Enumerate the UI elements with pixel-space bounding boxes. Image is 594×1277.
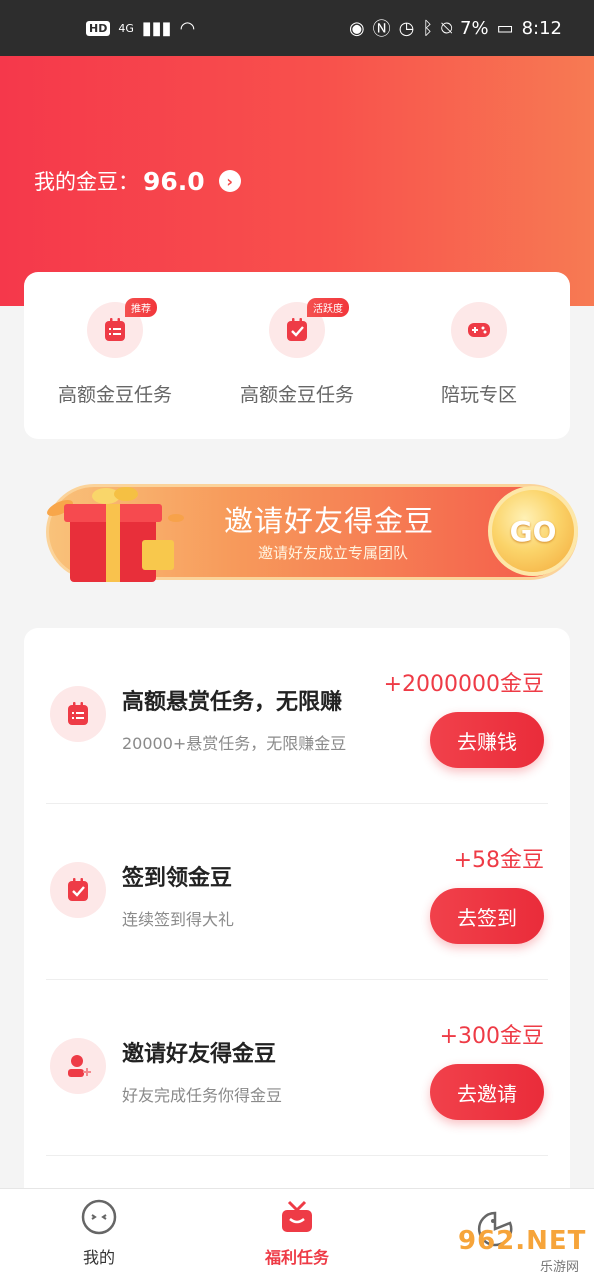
beans-label: 我的金豆： xyxy=(34,170,139,194)
task-title: 邀请好友得金豆 xyxy=(122,1042,277,1067)
quick-entry-label: 高额金豆任务 xyxy=(239,384,354,406)
hd-badge: HD xyxy=(86,20,111,36)
status-bar: HD 4G ▮▮▮ ◠ ◉ Ⓝ ◷ ᛒ ⍉ 7% ▭ 8:12 xyxy=(0,0,594,56)
alarm-icon: ◷ xyxy=(398,17,415,39)
nav-mine[interactable]: 我的 xyxy=(29,1198,169,1268)
status-left: HD 4G ▮▮▮ ◠ xyxy=(86,18,195,39)
eye-icon: ◉ xyxy=(348,17,365,39)
quick-entry-label: 高额金豆任务 xyxy=(57,384,172,406)
header-banner: 我的金豆： 96.0 › xyxy=(0,56,594,306)
gamepad-icon xyxy=(451,302,507,358)
quick-entry-label: 陪玩专区 xyxy=(440,384,517,406)
beans-value: 96.0 xyxy=(143,166,205,196)
task-list: 高额悬赏任务，无限赚 20000+悬赏任务，无限赚金豆 +2000000金豆 去… xyxy=(24,628,570,1188)
my-beans[interactable]: 我的金豆： 96.0 › xyxy=(34,166,241,196)
signal-icon: ▮▮▮ xyxy=(141,17,172,39)
nfc-icon: Ⓝ xyxy=(372,19,391,40)
task-check-icon: 活跃度 xyxy=(269,298,349,358)
task-list-icon: 推荐 xyxy=(87,298,157,358)
task-reward: +2000000金豆 xyxy=(383,672,544,697)
task-description: 20000+悬赏任务，无限赚金豆 xyxy=(122,734,347,753)
status-right: ◉ Ⓝ ◷ ᛒ ⍉ 7% ▭ 8:12 xyxy=(349,15,562,41)
add-user-icon xyxy=(50,1038,106,1094)
nav-label: 福利任务 xyxy=(264,1248,329,1267)
task-list-icon xyxy=(50,686,106,742)
task-row: 签到领金豆 连续签到得大礼 +58金豆 去签到 xyxy=(46,804,548,980)
sign-in-button[interactable]: 去签到 xyxy=(430,888,544,944)
task-row: 高额悬赏任务，无限赚 20000+悬赏任务，无限赚金豆 +2000000金豆 去… xyxy=(46,628,548,804)
recommend-tag: 推荐 xyxy=(125,298,157,317)
activity-tag: 活跃度 xyxy=(307,298,349,317)
calendar-check-icon xyxy=(50,862,106,918)
invite-button[interactable]: 去邀请 xyxy=(430,1064,544,1120)
battery-percent: 7% xyxy=(460,17,489,39)
battery-icon: ▭ xyxy=(496,17,514,39)
clock: 8:12 xyxy=(521,17,562,39)
nav-welfare-tasks[interactable]: 福利任务 xyxy=(227,1198,367,1268)
task-title: 高额悬赏任务，无限赚 xyxy=(122,690,343,715)
face-icon xyxy=(81,1199,117,1235)
task-row: 邀请好友得金豆 好友完成任务你得金豆 +300金豆 去邀请 xyxy=(46,980,548,1156)
task-description: 好友完成任务你得金豆 xyxy=(122,1086,283,1105)
gift-box-icon xyxy=(47,487,184,582)
watermark-logo: 962.NET xyxy=(458,1226,587,1256)
wifi-icon: ◠ xyxy=(179,17,196,39)
bluetooth-icon: ᛒ xyxy=(422,17,434,39)
banner-subtitle: 邀请好友成立专属团队 xyxy=(258,544,409,562)
nav-label: 我的 xyxy=(82,1248,115,1267)
earn-button[interactable]: 去赚钱 xyxy=(430,712,544,768)
go-button[interactable]: GO xyxy=(488,486,578,576)
network-type: 4G xyxy=(118,21,134,35)
task-title: 签到领金豆 xyxy=(122,866,233,891)
quick-entries-card: 推荐 高额金豆任务 活跃度 高额金豆任务 陪玩专区 xyxy=(24,272,570,439)
task-reward: +58金豆 xyxy=(453,848,544,873)
quick-entry-companion[interactable]: 陪玩专区 xyxy=(394,302,564,439)
gift-tv-icon xyxy=(282,1200,312,1232)
quick-entry-high-beans[interactable]: 推荐 高额金豆任务 xyxy=(30,298,200,439)
mute-icon: ⍉ xyxy=(441,17,452,39)
banner-title: 邀请好友得金豆 xyxy=(224,504,435,538)
quick-entry-active-beans[interactable]: 活跃度 高额金豆任务 xyxy=(212,298,382,439)
invite-banner[interactable]: 邀请好友得金豆 邀请好友成立专属团队 GO xyxy=(18,472,578,592)
task-description: 连续签到得大礼 xyxy=(122,910,235,929)
watermark-subtitle: 乐游网 xyxy=(540,1260,580,1275)
chevron-right-icon[interactable]: › xyxy=(218,170,241,192)
task-reward: +300金豆 xyxy=(439,1024,544,1049)
